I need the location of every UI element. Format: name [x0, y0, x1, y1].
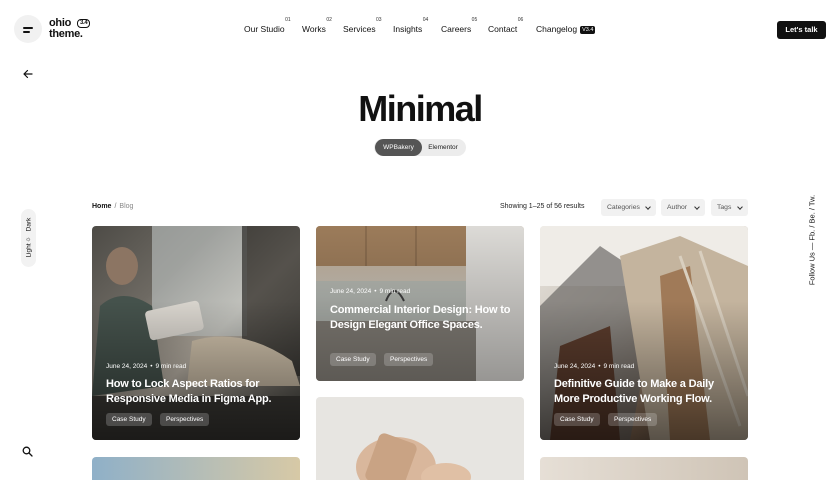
post-title[interactable]: Commercial Interior Design: How to Desig…	[330, 303, 514, 332]
post-card[interactable]	[92, 457, 300, 480]
main-nav: Our Studio 01 Works 02 Services 03 Insights…	[0, 17, 840, 38]
post-tag[interactable]: Case Study	[554, 413, 600, 426]
post-card[interactable]: June 24, 2024 • 9 min read Commercial Inte…	[316, 226, 524, 381]
builder-wpbakery-pill[interactable]: WPBakery	[375, 139, 422, 156]
post-tag[interactable]: Perspectives	[608, 413, 658, 426]
post-title[interactable]: Definitive Guide to Make a Daily More Pr…	[554, 377, 738, 406]
nav-item-works[interactable]: Works 02	[302, 17, 332, 34]
page-title: Minimal	[358, 88, 483, 129]
breadcrumb-current: Blog	[119, 203, 134, 210]
nav-item-changelog[interactable]: Changelog V3.4	[536, 24, 596, 34]
chevron-down-icon	[694, 204, 700, 210]
nav-item-services[interactable]: Services 03	[343, 17, 382, 34]
categories-filter[interactable]: Categories	[601, 199, 656, 216]
sun-icon: ☼	[25, 236, 32, 243]
chevron-down-icon	[645, 204, 651, 210]
arrow-left-icon[interactable]	[22, 68, 34, 80]
chevron-down-icon	[737, 204, 743, 210]
theme-light-label[interactable]: Light	[25, 243, 32, 257]
theme-dark-label[interactable]: Dark	[25, 218, 32, 232]
post-title[interactable]: How to Lock Aspect Ratios for Responsive…	[106, 377, 290, 406]
tags-filter[interactable]: Tags	[711, 199, 748, 216]
post-image	[356, 433, 471, 480]
post-meta: June 24, 2024 • 9 min read	[330, 288, 411, 295]
changelog-badge: V3.4	[580, 25, 596, 34]
post-card[interactable]: June 24, 2024 • 9 min read How to Lock Asp…	[92, 226, 300, 440]
builder-switch: WPBakery Elementor	[374, 139, 466, 156]
post-tag[interactable]: Perspectives	[384, 353, 434, 366]
post-card[interactable]	[540, 457, 748, 480]
post-tag[interactable]: Perspectives	[160, 413, 210, 426]
post-card[interactable]	[316, 397, 524, 480]
post-card[interactable]: June 24, 2024 • 9 min read Definitive Guid…	[540, 226, 748, 440]
nav-item-insights[interactable]: Insights 04	[393, 17, 428, 34]
nav-item-careers[interactable]: Careers 05	[441, 17, 477, 34]
nav-item-contact[interactable]: Contact 06	[488, 17, 523, 34]
post-tag[interactable]: Case Study	[106, 413, 152, 426]
lets-talk-button[interactable]: Let's talk	[777, 21, 826, 39]
results-count: Showing 1–25 of 56 results	[500, 203, 585, 210]
post-tag[interactable]: Case Study	[330, 353, 376, 366]
author-filter[interactable]: Author	[661, 199, 705, 216]
search-icon[interactable]	[22, 446, 33, 457]
breadcrumb: Home / Blog	[92, 203, 134, 210]
nav-item-our-studio[interactable]: Our Studio 01	[244, 17, 291, 34]
theme-toggle[interactable]: Dark ☼ Light	[21, 209, 36, 267]
post-meta: June 24, 2024 • 9 min read	[554, 363, 635, 370]
social-links[interactable]: Follow Us — Fb. / Be. / Tw.	[808, 195, 817, 285]
builder-elementor-pill[interactable]: Elementor	[422, 139, 464, 156]
post-meta: June 24, 2024 • 9 min read	[106, 363, 187, 370]
breadcrumb-home[interactable]: Home	[92, 203, 111, 210]
